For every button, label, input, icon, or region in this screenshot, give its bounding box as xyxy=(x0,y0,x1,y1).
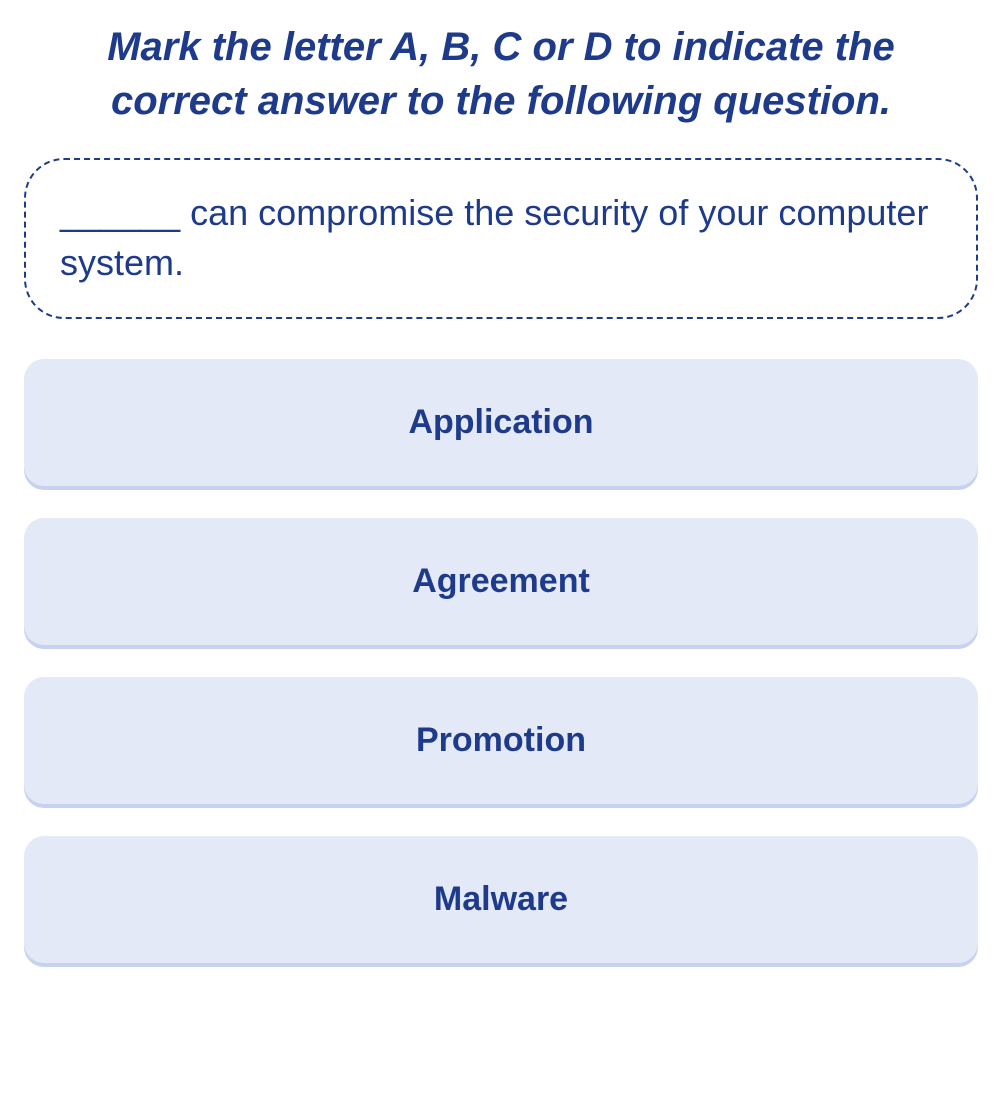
instruction-heading: Mark the letter A, B, C or D to indicate… xyxy=(24,20,978,128)
option-a[interactable]: Application xyxy=(24,359,978,486)
option-c[interactable]: Promotion xyxy=(24,677,978,804)
options-list: Application Agreement Promotion Malware xyxy=(24,359,978,963)
question-text: ______ can compromise the security of yo… xyxy=(60,188,942,289)
option-d[interactable]: Malware xyxy=(24,836,978,963)
question-container: ______ can compromise the security of yo… xyxy=(24,158,978,319)
option-b[interactable]: Agreement xyxy=(24,518,978,645)
